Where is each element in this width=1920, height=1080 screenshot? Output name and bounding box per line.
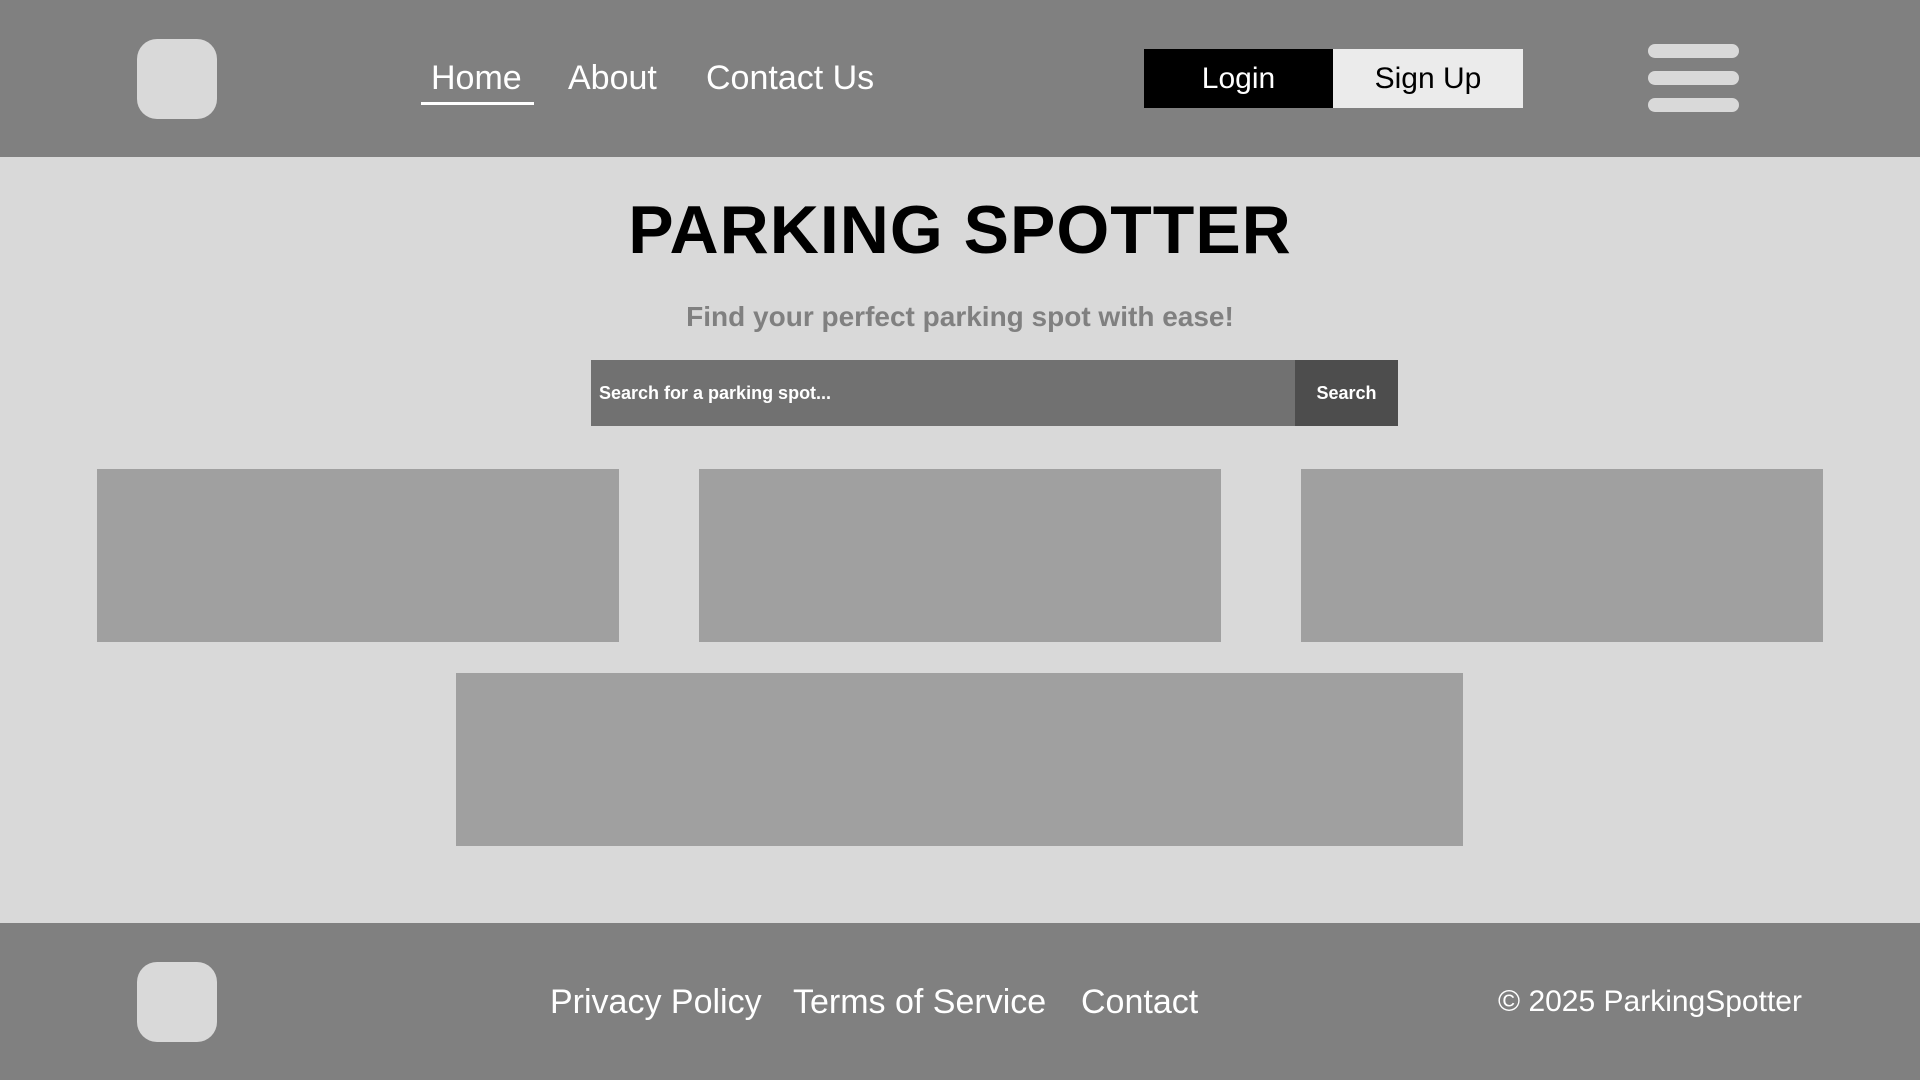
hamburger-menu-icon[interactable]	[1648, 43, 1739, 115]
site-footer: Privacy Policy Terms of Service Contact …	[0, 923, 1920, 1080]
content-card[interactable]	[1301, 469, 1823, 642]
nav-contact-link[interactable]: Contact Us	[706, 56, 874, 100]
content-card[interactable]	[699, 469, 1221, 642]
hamburger-line	[1648, 71, 1739, 85]
content-card-wide[interactable]	[456, 673, 1463, 846]
nav-home-link[interactable]: Home	[431, 56, 522, 100]
nav-about-link[interactable]: About	[568, 56, 657, 100]
hamburger-line	[1648, 44, 1739, 58]
footer-contact-link[interactable]: Contact	[1081, 980, 1198, 1024]
search-button[interactable]: Search	[1295, 360, 1398, 426]
page-subtitle: Find your perfect parking spot with ease…	[686, 301, 1234, 332]
content-card[interactable]	[97, 469, 619, 642]
footer-privacy-link[interactable]: Privacy Policy	[550, 980, 762, 1024]
nav-active-indicator	[421, 102, 534, 105]
footer-terms-link[interactable]: Terms of Service	[793, 980, 1046, 1024]
login-button[interactable]: Login	[1144, 49, 1333, 108]
site-header: Home About Contact Us Login Sign Up	[0, 0, 1920, 157]
signup-button[interactable]: Sign Up	[1333, 49, 1523, 108]
search-input[interactable]	[591, 360, 1295, 426]
header-logo[interactable]	[137, 39, 217, 119]
copyright-text: © 2025 ParkingSpotter	[1498, 985, 1802, 1018]
hamburger-line	[1648, 98, 1739, 112]
footer-logo[interactable]	[137, 962, 217, 1042]
page-title: PARKING SPOTTER	[628, 192, 1292, 268]
